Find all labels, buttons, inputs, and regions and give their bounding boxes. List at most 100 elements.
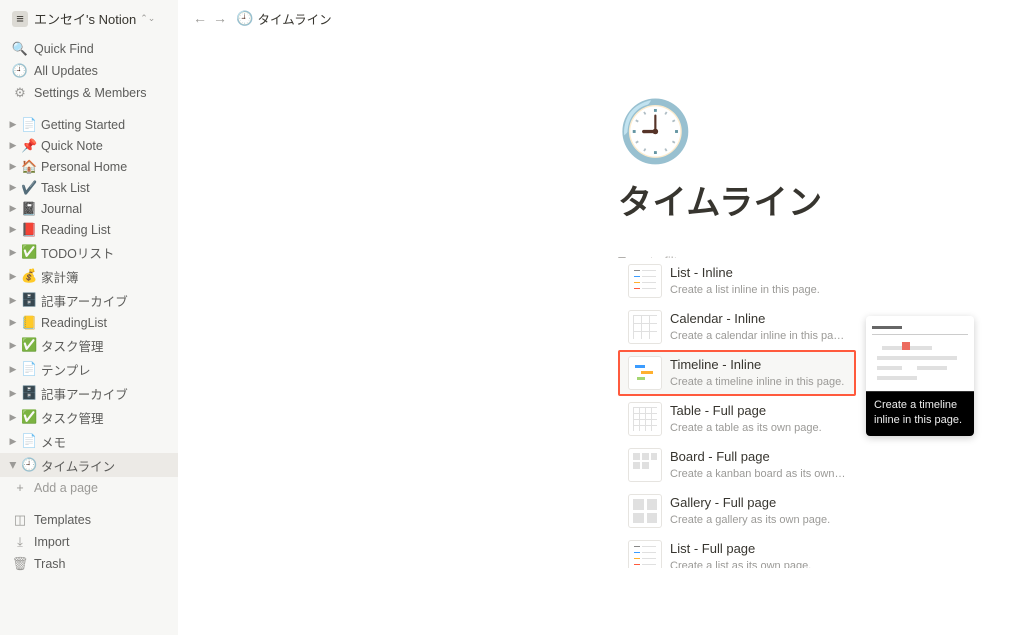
caret-icon[interactable]: ▶ [6,161,20,172]
nav-forward[interactable]: → [210,8,230,28]
page-item-icon: 📒 [21,315,37,331]
templates-icon: ◫ [12,512,28,528]
caret-icon[interactable]: ▶ [6,140,20,151]
topbar: ← → 🕘 タイムライン [178,0,1024,36]
sidebar-page-item[interactable]: ▶📌 Quick Note [0,135,178,156]
breadcrumb[interactable]: 🕘 タイムライン [236,9,332,28]
trash[interactable]: 🗑 Trash [0,553,178,575]
templates[interactable]: ◫ Templates [0,509,178,531]
settings-members[interactable]: ⚙ Settings & Members [0,82,178,104]
sidebar-page-item[interactable]: ▶📕Reading List [0,219,178,240]
menu-item[interactable]: Table - Full pageCreate a table as its o… [618,396,856,442]
menu-item[interactable]: Board - Full pageCreate a kanban board a… [618,442,856,488]
page-item-label: 記事アーカイブ [41,291,128,310]
page-item-label: ReadingList [41,316,107,330]
page-item-icon: 📓 [21,201,37,217]
sidebar-page-item[interactable]: ▶📄 Getting Started [0,114,178,135]
sidebar-page-item[interactable]: ▶🗄️記事アーカイブ [0,381,178,405]
caret-icon[interactable]: ▶ [6,364,20,375]
caret-icon[interactable]: ▶ [6,317,20,328]
page-item-label: Quick Note [41,139,103,153]
plus-icon: + [12,481,28,495]
import[interactable]: ⤓ Import [0,531,178,553]
breadcrumb-icon: 🕘 [236,10,253,27]
sidebar-page-item[interactable]: ▶📄テンプレ [0,357,178,381]
caret-icon[interactable]: ▶ [6,388,20,399]
sidebar-page-item[interactable]: ▶🏠 Personal Home [0,156,178,177]
import-icon: ⤓ [12,534,28,550]
menu-item-title: Calendar - Inline [670,311,846,328]
menu-item[interactable]: Timeline - InlineCreate a timeline inlin… [618,350,856,396]
page-item-icon: 🗄️ [21,292,37,308]
page-item-label: テンプレ [41,360,91,379]
menu-item[interactable]: Gallery - Full pageCreate a gallery as i… [618,488,856,534]
caret-icon[interactable]: ▶ [6,412,20,423]
menu-item-desc: Create a list as its own page. [670,559,846,568]
caret-icon[interactable]: ▶ [8,458,19,472]
page-item-icon: 💰 [21,268,37,284]
quick-find[interactable]: 🔍 Quick Find [0,38,178,60]
page-item-label: タスク管理 [41,336,104,355]
menu-item-thumb [628,310,662,344]
page-item-icon: 🕘 [21,457,37,473]
caret-icon[interactable]: ▶ [6,224,20,235]
menu-item-title: Gallery - Full page [670,495,846,512]
page-icon[interactable]: 🕘 [618,96,1024,167]
page-item-icon: 📌 [21,138,37,154]
add-page[interactable]: + Add a page [0,477,178,499]
workspace-switcher[interactable]: ≡ エンセイ's Notion ⌃⌄ [0,6,178,36]
sidebar: ≡ エンセイ's Notion ⌃⌄ 🔍 Quick Find 🕘 All Up… [0,0,178,635]
page-item-label: 家計簿 [41,267,79,286]
sidebar-page-item[interactable]: ▶🗄️記事アーカイブ [0,288,178,312]
sidebar-page-item[interactable]: ▶✅TODOリスト [0,240,178,264]
page-item-icon: 🏠 [21,159,37,175]
menu-item-desc: Create a gallery as its own page. [670,513,846,527]
sidebar-page-item[interactable]: ▶✅タスク管理 [0,333,178,357]
page-item-icon: 📄 [21,433,37,449]
page-title[interactable]: タイムライン [618,175,1024,224]
caret-icon[interactable]: ▶ [6,340,20,351]
menu-item[interactable]: List - Full pageCreate a list as its own… [618,534,856,568]
caret-icon[interactable]: ▶ [6,295,20,306]
page-item-icon: 📄 [21,117,37,133]
breadcrumb-label: タイムライン [257,9,331,28]
menu-item-desc: Create a timeline inline in this page. [670,375,846,389]
menu-item[interactable]: List - InlineCreate a list inline in thi… [618,258,856,304]
nav-back[interactable]: ← [190,8,210,28]
all-updates[interactable]: 🕘 All Updates [0,60,178,82]
caret-icon[interactable]: ▶ [6,436,20,447]
page-item-icon: 📄 [21,361,37,377]
caret-icon[interactable]: ▶ [6,182,20,193]
menu-item-title: List - Full page [670,541,846,558]
caret-icon[interactable]: ▶ [6,247,20,258]
menu-item[interactable]: Calendar - InlineCreate a calendar inlin… [618,304,856,350]
menu-item-thumb [628,402,662,436]
page-item-label: Personal Home [41,160,127,174]
page-item-label: Getting Started [41,118,125,132]
caret-icon[interactable]: ▶ [6,271,20,282]
sidebar-page-item[interactable]: ▶✔️Task List [0,177,178,198]
chevron-updown-icon: ⌃⌄ [140,13,155,24]
menu-item-thumb [628,494,662,528]
menu-item-thumb [628,264,662,298]
page-item-label: TODOリスト [41,243,114,262]
caret-icon[interactable]: ▶ [6,203,20,214]
menu-item-thumb [628,356,662,390]
page-item-icon: ✅ [21,244,37,260]
clock-icon: 🕘 [12,63,28,79]
page-item-label: メモ [41,432,66,451]
sidebar-page-item[interactable]: ▶💰家計簿 [0,264,178,288]
workspace-name: エンセイ's Notion [34,9,136,28]
search-icon: 🔍 [12,41,28,57]
sidebar-page-item[interactable]: ▶📓Journal [0,198,178,219]
page-item-icon: 📕 [21,222,37,238]
sidebar-page-item[interactable]: ▶✅タスク管理 [0,405,178,429]
sidebar-page-item[interactable]: ▶🕘タイムライン [0,453,178,477]
caret-icon[interactable]: ▶ [6,119,20,130]
menu-item-desc: Create a list inline in this page. [670,283,846,297]
gear-icon: ⚙ [12,85,28,101]
sidebar-page-item[interactable]: ▶📄メモ [0,429,178,453]
page-tree: ▶📄Getting Started▶📌Quick Note▶🏠Personal … [0,114,178,477]
sidebar-page-item[interactable]: ▶📒 ReadingList [0,312,178,333]
page-item-label: タイムライン [41,456,115,475]
